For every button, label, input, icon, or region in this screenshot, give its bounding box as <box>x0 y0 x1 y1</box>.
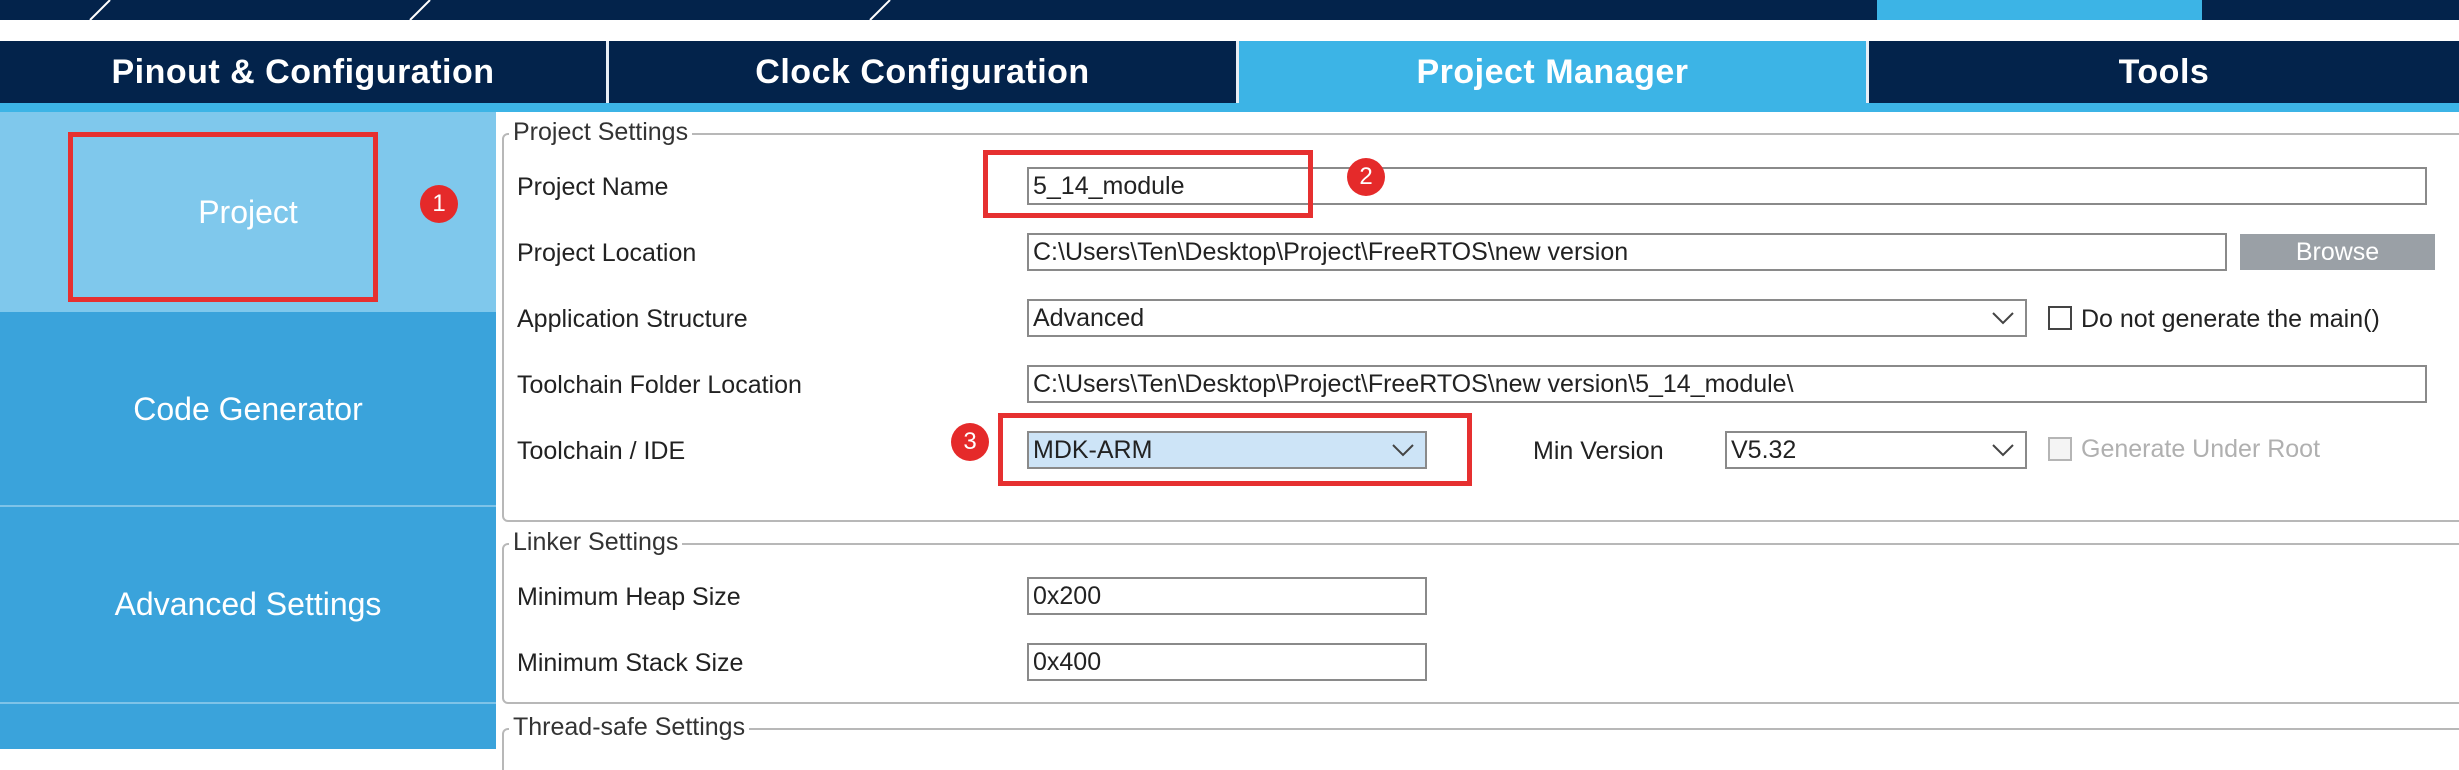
sidebar-separator <box>0 702 496 704</box>
tab-project-manager[interactable]: Project Manager <box>1239 41 1866 103</box>
tab-tools[interactable]: Tools <box>1869 41 2459 103</box>
breadcrumb-chevron-icon <box>409 0 431 20</box>
min-version-select[interactable]: V5.32 <box>1725 431 2027 469</box>
breadcrumb-chevron-icon <box>89 0 111 20</box>
tab-clock-configuration[interactable]: Clock Configuration <box>609 41 1236 103</box>
annotation-box <box>68 132 378 302</box>
minimum-stack-size-label: Minimum Stack Size <box>517 649 744 677</box>
tab-underline <box>0 103 2459 112</box>
tab-pinout-configuration[interactable]: Pinout & Configuration <box>0 41 606 103</box>
sidebar-item-label: Code Generator <box>133 391 363 427</box>
tab-label: Project Manager <box>1416 52 1689 91</box>
toolchain-folder-label: Toolchain Folder Location <box>517 371 802 399</box>
min-version-label: Min Version <box>1533 437 1664 465</box>
tab-label: Clock Configuration <box>755 52 1090 91</box>
minimum-heap-size-input[interactable]: 0x200 <box>1027 577 1427 615</box>
annotation-badge: 2 <box>1347 158 1385 196</box>
generate-code-button[interactable] <box>1877 0 2202 20</box>
main-tab-bar: Pinout & Configuration Clock Configurati… <box>0 41 2459 103</box>
do-not-generate-main-checkbox[interactable] <box>2048 306 2072 330</box>
sidebar-item-code-generator[interactable]: Code Generator <box>0 312 496 507</box>
sidebar-item-label: Advanced Settings <box>114 586 382 622</box>
min-version-value: V5.32 <box>1731 435 1797 464</box>
annotation-number: 3 <box>963 428 977 455</box>
minimum-heap-size-label: Minimum Heap Size <box>517 583 741 611</box>
thread-safe-settings-legend: Thread-safe Settings <box>509 713 750 741</box>
chevron-down-icon <box>1992 312 2014 325</box>
linker-settings-group <box>502 543 2459 704</box>
project-settings-legend: Project Settings <box>509 118 693 146</box>
browse-label: Browse <box>2295 237 2380 266</box>
linker-settings-legend: Linker Settings <box>509 528 683 556</box>
browse-button[interactable]: Browse <box>2240 234 2435 270</box>
minimum-stack-size-input[interactable]: 0x400 <box>1027 643 1427 681</box>
minimum-stack-size-value: 0x400 <box>1033 647 1102 676</box>
tab-label: Pinout & Configuration <box>111 52 495 91</box>
annotation-box <box>998 413 1472 486</box>
toolchain-folder-value: C:\Users\Ten\Desktop\Project\FreeRTOS\ne… <box>1033 369 1794 398</box>
project-location-input[interactable]: C:\Users\Ten\Desktop\Project\FreeRTOS\ne… <box>1027 233 2227 271</box>
tab-label: Tools <box>2118 52 2210 91</box>
annotation-badge: 1 <box>420 185 458 223</box>
project-location-value: C:\Users\Ten\Desktop\Project\FreeRTOS\ne… <box>1033 237 1629 266</box>
toolchain-folder-input[interactable]: C:\Users\Ten\Desktop\Project\FreeRTOS\ne… <box>1027 365 2427 403</box>
generate-under-root-checkbox[interactable] <box>2048 437 2072 461</box>
annotation-number: 1 <box>432 190 446 217</box>
application-structure-value: Advanced <box>1033 303 1145 332</box>
annotation-badge: 3 <box>951 423 989 461</box>
chevron-down-icon <box>1992 444 2014 457</box>
sidebar-item-advanced-settings[interactable]: Advanced Settings <box>0 507 496 702</box>
annotation-number: 2 <box>1359 163 1373 190</box>
generate-under-root-label: Generate Under Root <box>2081 435 2321 463</box>
breadcrumb-bar <box>0 0 2459 20</box>
application-structure-label: Application Structure <box>517 305 748 333</box>
breadcrumb-chevron-icon <box>869 0 891 20</box>
thread-safe-settings-group <box>502 728 2459 770</box>
project-name-label: Project Name <box>517 173 669 201</box>
annotation-box <box>983 150 1313 218</box>
do-not-generate-main-label: Do not generate the main() <box>2081 305 2380 333</box>
project-location-label: Project Location <box>517 239 697 267</box>
minimum-heap-size-value: 0x200 <box>1033 581 1102 610</box>
application-structure-select[interactable]: Advanced <box>1027 299 2027 337</box>
toolchain-ide-label: Toolchain / IDE <box>517 437 686 465</box>
